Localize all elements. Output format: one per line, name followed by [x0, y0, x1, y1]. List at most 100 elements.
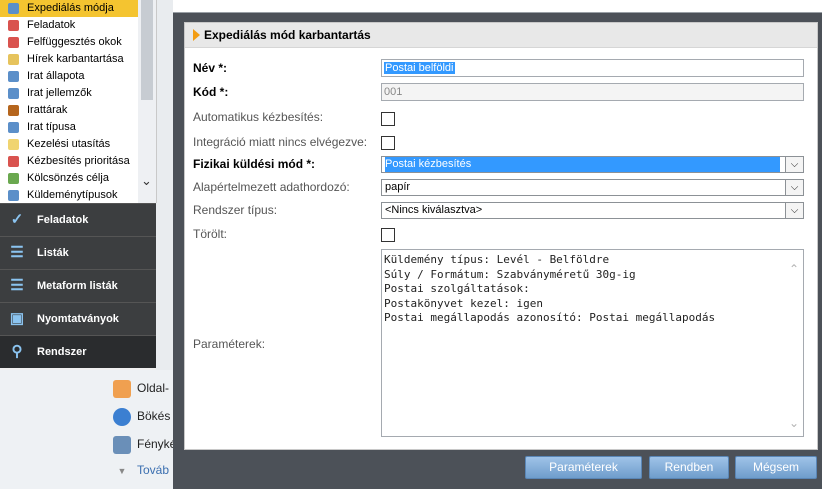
alapertelmezett-adathordozo-select[interactable]: papír ⌵	[381, 179, 804, 196]
megsem-button[interactable]: Mégsem	[735, 456, 817, 479]
list-item-kuldemenytipusok[interactable]: Küldeménytípusok	[0, 187, 156, 203]
alapertelmezett-adathordozo-value: papír	[385, 181, 411, 193]
torolt-label: Törölt:	[193, 227, 228, 241]
document-props-icon	[8, 88, 19, 99]
nav-section-label: Metaform listák	[37, 280, 118, 292]
triangle-right-icon	[193, 29, 200, 41]
parameterek-button[interactable]: Paraméterek	[525, 456, 642, 479]
list-item-label: Feladatok	[27, 19, 76, 31]
list-item-feladatok[interactable]: Feladatok	[0, 17, 156, 34]
nev-label: Név *:	[193, 61, 228, 75]
nav-section-feladatok[interactable]: ✓ Feladatok	[0, 203, 156, 236]
list-item-kolcsonzes-celja[interactable]: Kölcsönzés célja	[0, 170, 156, 187]
page-icon	[113, 379, 131, 398]
maintenance-dialog: Expediálás mód karbantartás Név *: Posta…	[173, 0, 822, 489]
list-item-felfuggesztes-okok[interactable]: Felfüggesztés okok	[0, 34, 156, 51]
document-status-icon	[8, 71, 19, 82]
fizikai-kuldesi-mod-select[interactable]: Postai kézbesítés ⌵	[381, 156, 804, 173]
parameterek-label: Paraméterek:	[193, 337, 266, 351]
sub-item-oldal[interactable]: Oldal-	[113, 378, 169, 398]
code-list-pane: Expediálás módja Feladatok Felfüggesztés…	[0, 0, 157, 203]
list-item-label: Kézbesítés prioritása	[27, 155, 130, 167]
kod-label: Kód *:	[193, 85, 229, 99]
lend-icon	[8, 173, 19, 184]
scrollbar-thumb[interactable]	[141, 0, 153, 100]
calendar-icon	[8, 156, 19, 167]
poke-icon	[113, 407, 131, 426]
nav-section-label: Feladatok	[37, 214, 89, 226]
list-item-label: Irat típusa	[27, 121, 76, 133]
sidebar: Expediálás módja Feladatok Felfüggesztés…	[0, 0, 183, 489]
nev-value: Postai belföldi	[384, 62, 455, 74]
chevron-down-icon[interactable]: ⌄	[141, 173, 152, 189]
sub-item-label: Bökés	[137, 409, 171, 423]
rendben-button[interactable]: Rendben	[649, 456, 729, 479]
document-icon	[8, 54, 19, 65]
rendszer-tipus-label: Rendszer típus:	[193, 203, 278, 217]
list-item-label: Irat jellemzők	[27, 87, 92, 99]
sub-item-tovabb[interactable]: ▼ Továb	[113, 460, 170, 480]
rendszer-tipus-value: <Nincs kiválasztva>	[385, 204, 483, 216]
list-item-irat-tipusa[interactable]: Irat típusa	[0, 119, 156, 136]
list-item-irattarak[interactable]: Irattárak	[0, 102, 156, 119]
list-item-irat-allapota[interactable]: Irat állapota	[0, 68, 156, 85]
nav-section-label: Listák	[37, 247, 69, 259]
list-item-kezelesi-utasitas[interactable]: Kezelési utasítás	[0, 136, 156, 153]
list-item-label: Irat állapota	[27, 70, 85, 82]
rendszer-tipus-select[interactable]: <Nincs kiválasztva> ⌵	[381, 202, 804, 219]
sub-item-bokes[interactable]: Bökés	[113, 406, 170, 426]
check-icon: ✓	[10, 211, 24, 228]
chevron-down-icon[interactable]: ⌵	[785, 157, 803, 172]
system-search-icon: ⚲	[11, 343, 23, 360]
list-item-kezbesites-prioritasa[interactable]: Kézbesítés prioritása	[0, 153, 156, 170]
parameterek-value: Küldemény típus: Levél - Belföldre Súly …	[384, 253, 716, 324]
arrows-icon	[8, 3, 19, 14]
form-icon: ▣	[9, 310, 25, 327]
automatikus-kezbesites-label: Automatikus kézbesítés:	[193, 110, 324, 124]
nev-field[interactable]: Postai belföldi	[381, 59, 804, 77]
list-item-label: Küldeménytípusok	[27, 189, 118, 201]
chevron-down-icon[interactable]: ⌵	[785, 203, 803, 218]
panel-title: Expediálás mód karbantartás	[204, 28, 371, 42]
list-item-label: Expediálás módja	[27, 2, 114, 14]
list-item-expedialas-modja[interactable]: Expediálás módja	[0, 0, 156, 17]
integracio-checkbox[interactable]	[381, 136, 395, 150]
nav-sections: ✓ Feladatok ☰ Listák ☰ Metaform listák ▣ Nyo…	[0, 203, 156, 368]
chevron-up-icon[interactable]: ⌃	[789, 262, 799, 277]
panel-header: Expediálás mód karbantartás	[185, 23, 817, 48]
dots-icon	[8, 20, 19, 31]
alapertelmezett-adathordozo-label: Alapértelmezett adathordozó:	[193, 180, 350, 194]
note-icon	[8, 139, 19, 150]
sub-pane: Oldal- Bökés Fénykép ▼ Továb	[0, 370, 183, 489]
fizikai-kuldesi-mod-value: Postai kézbesítés	[385, 157, 780, 172]
photo-icon	[113, 435, 131, 454]
chevron-down-icon[interactable]: ⌵	[785, 180, 803, 195]
sub-item-label: Oldal-	[137, 381, 170, 395]
package-icon	[8, 190, 19, 201]
archive-icon	[8, 105, 19, 116]
list-item-label: Kölcsönzés célja	[27, 172, 109, 184]
list-icon: ☰	[10, 244, 24, 261]
list-item-label: Hírek karbantartása	[27, 53, 124, 65]
form-panel: Expediálás mód karbantartás Név *: Posta…	[184, 22, 818, 450]
list-item-label: Kezelési utasítás	[27, 138, 111, 150]
torolt-checkbox[interactable]	[381, 228, 395, 242]
kod-field[interactable]: 001	[381, 83, 804, 101]
parameterek-textarea[interactable]: Küldemény típus: Levél - Belföldre Súly …	[381, 249, 804, 437]
sub-item-label: Továb	[137, 463, 170, 477]
nav-section-listak[interactable]: ☰ Listák	[0, 236, 156, 269]
nav-section-label: Rendszer	[37, 346, 87, 358]
list-item-hirek[interactable]: Hírek karbantartása	[0, 51, 156, 68]
chevron-down-icon[interactable]: ⌄	[789, 416, 799, 431]
nav-section-metaform-listak[interactable]: ☰ Metaform listák	[0, 269, 156, 302]
nav-section-label: Nyomtatványok	[37, 313, 119, 325]
chevron-down-icon: ▼	[117, 466, 127, 476]
document-type-icon	[8, 122, 19, 133]
nav-section-nyomtatvanyok[interactable]: ▣ Nyomtatványok	[0, 302, 156, 335]
list-scrollbar[interactable]: ⌄	[138, 0, 156, 203]
list-item-label: Felfüggesztés okok	[27, 36, 122, 48]
nav-section-rendszer[interactable]: ⚲ Rendszer	[0, 335, 156, 368]
automatikus-kezbesites-checkbox[interactable]	[381, 112, 395, 126]
metaform-list-icon: ☰	[10, 277, 24, 294]
list-item-irat-jellemzok[interactable]: Irat jellemzők	[0, 85, 156, 102]
